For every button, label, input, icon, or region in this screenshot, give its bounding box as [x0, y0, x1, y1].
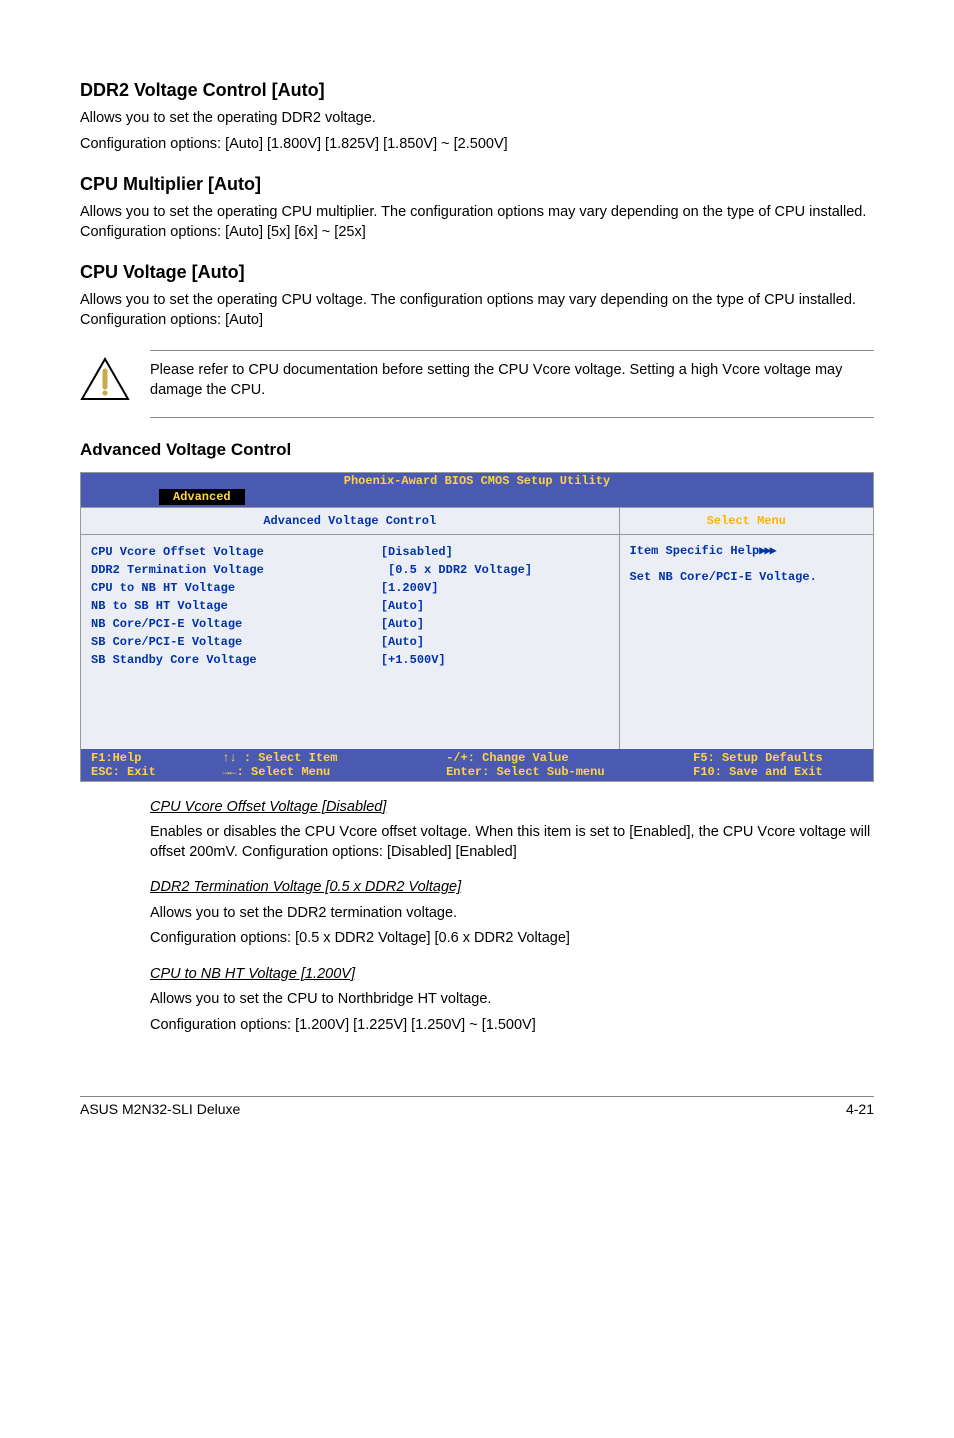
- setting-nb-core-pcie[interactable]: NB Core/PCI-E Voltage[Auto]: [91, 615, 609, 633]
- sub-text-cpu-nb-ht-a: Allows you to set the CPU to Northbridge…: [150, 990, 874, 1010]
- heading-cpu-multiplier: CPU Multiplier [Auto]: [80, 174, 874, 195]
- heading-cpu-voltage: CPU Voltage [Auto]: [80, 262, 874, 283]
- setting-cpu-nb-ht[interactable]: CPU to NB HT Voltage[1.200V]: [91, 579, 609, 597]
- text-cpu-voltage: Allows you to set the operating CPU volt…: [80, 291, 874, 330]
- sub-text-ddr2-term-b: Configuration options: [0.5 x DDR2 Volta…: [150, 929, 874, 949]
- bios-panel: Phoenix-Award BIOS CMOS Setup Utility Ad…: [80, 472, 874, 782]
- sub-heading-cpu-nb-ht: CPU to NB HT Voltage [1.200V]: [150, 966, 355, 982]
- sub-heading-vcore-offset: CPU Vcore Offset Voltage [Disabled]: [150, 799, 386, 815]
- key-f5-defaults: F5: Setup Defaults: [693, 751, 823, 765]
- bios-tab-bar: Advanced: [81, 489, 873, 507]
- bios-help-heading: Select Menu: [620, 508, 873, 535]
- tab-advanced[interactable]: Advanced: [159, 489, 245, 505]
- warning-text: Please refer to CPU documentation before…: [150, 361, 874, 400]
- footer-page-number: 4-21: [846, 1101, 874, 1117]
- footer-model: ASUS M2N32-SLI Deluxe: [80, 1101, 240, 1117]
- bios-settings-list: CPU Vcore Offset Voltage[Disabled] DDR2 …: [81, 535, 619, 749]
- key-change-value: -/+: Change Value: [446, 751, 693, 765]
- text-ddr2-opts: Configuration options: [Auto] [1.800V] […: [80, 135, 874, 155]
- text-cpu-multiplier: Allows you to set the operating CPU mult…: [80, 203, 874, 242]
- key-esc-exit: ESC: Exit: [91, 765, 222, 779]
- bios-help-text: Item Specific Help▶▶▶ Set NB Core/PCI-E …: [620, 535, 873, 592]
- text-ddr2-desc: Allows you to set the operating DDR2 vol…: [80, 109, 874, 129]
- sub-text-cpu-nb-ht-b: Configuration options: [1.200V] [1.225V]…: [150, 1016, 874, 1036]
- setting-cpu-vcore-offset[interactable]: CPU Vcore Offset Voltage[Disabled]: [91, 543, 609, 561]
- page-footer: ASUS M2N32-SLI Deluxe 4-21: [80, 1096, 874, 1117]
- bios-title: Phoenix-Award BIOS CMOS Setup Utility: [81, 473, 873, 489]
- setting-nb-sb-ht[interactable]: NB to SB HT Voltage[Auto]: [91, 597, 609, 615]
- warning-icon: [80, 357, 130, 401]
- bios-panel-heading: Advanced Voltage Control: [81, 508, 619, 535]
- arrow-right-icon: ▶▶▶: [759, 544, 775, 558]
- key-f1-help: F1:Help: [91, 751, 222, 765]
- key-f10-save: F10: Save and Exit: [693, 765, 823, 779]
- heading-ddr2-voltage: DDR2 Voltage Control [Auto]: [80, 80, 874, 101]
- setting-sb-core-pcie[interactable]: SB Core/PCI-E Voltage[Auto]: [91, 633, 609, 651]
- sub-text-vcore-offset: Enables or disables the CPU Vcore offset…: [150, 823, 874, 862]
- sub-text-ddr2-term-a: Allows you to set the DDR2 termination v…: [150, 904, 874, 924]
- sub-heading-ddr2-term: DDR2 Termination Voltage [0.5 x DDR2 Vol…: [150, 879, 461, 895]
- setting-sb-standby-core[interactable]: SB Standby Core Voltage[+1.500V]: [91, 651, 609, 669]
- key-enter-submenu: Enter: Select Sub-menu: [446, 765, 693, 779]
- setting-ddr2-termination[interactable]: DDR2 Termination Voltage [0.5 x DDR2 Vol…: [91, 561, 609, 579]
- key-select-item: ↑↓ : Select Item: [222, 751, 446, 765]
- heading-avc: Advanced Voltage Control: [80, 440, 874, 460]
- bios-footer: F1:HelpESC: Exit ↑↓ : Select Item→←: Sel…: [81, 749, 873, 781]
- key-select-menu: →←: Select Menu: [222, 765, 446, 779]
- warning-note: Please refer to CPU documentation before…: [80, 350, 874, 417]
